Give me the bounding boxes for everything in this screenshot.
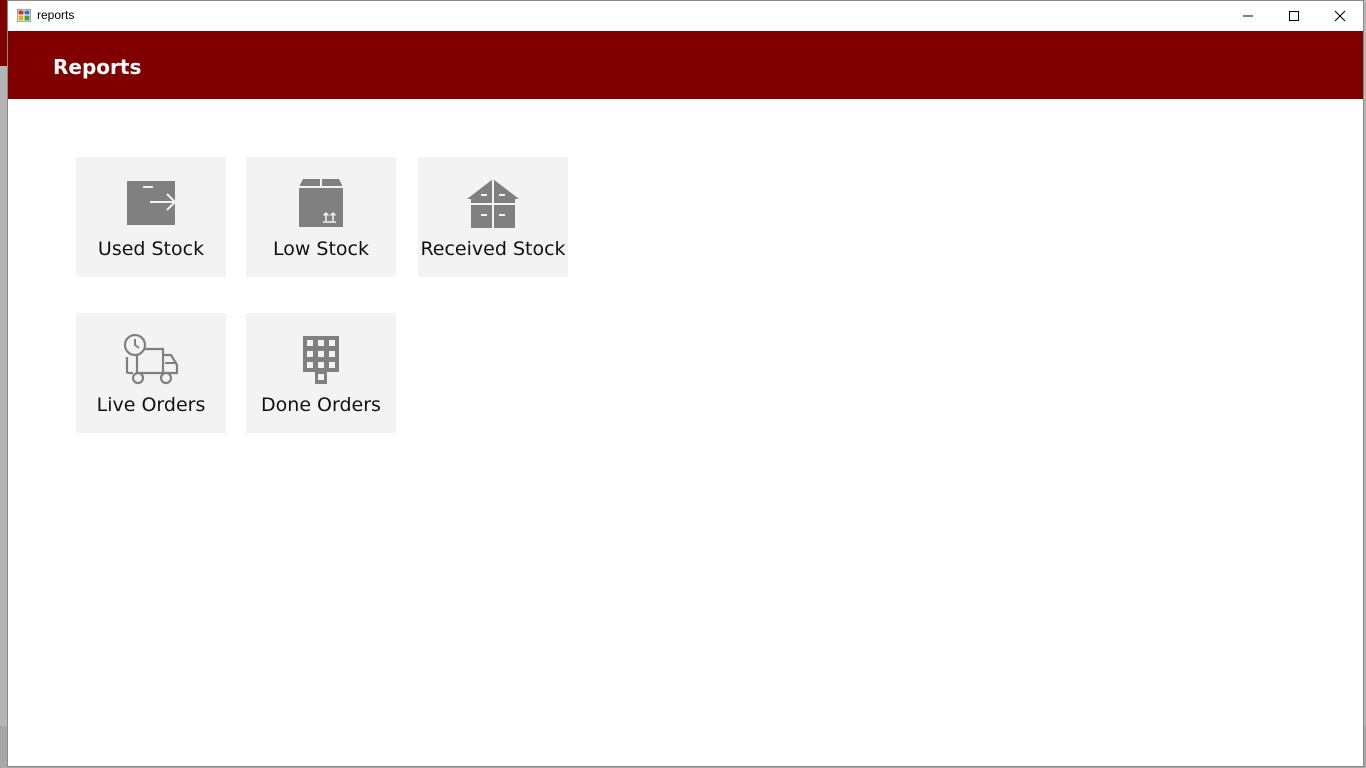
used-stock-label: Used Stock bbox=[97, 238, 205, 260]
close-icon bbox=[1334, 10, 1346, 22]
close-button[interactable] bbox=[1317, 1, 1363, 31]
received-stock-label: Received Stock bbox=[420, 238, 566, 260]
minimize-icon bbox=[1243, 15, 1253, 17]
maximize-button[interactable] bbox=[1271, 1, 1317, 31]
reports-window: reports Reports Used Stock Low Stock Rec… bbox=[7, 0, 1364, 767]
live-orders-label: Live Orders bbox=[96, 394, 206, 416]
building-grid-icon bbox=[303, 336, 339, 384]
used-stock-button[interactable]: Used Stock bbox=[76, 157, 226, 277]
box-up-icon bbox=[299, 179, 343, 227]
box-arrow-icon bbox=[127, 181, 177, 225]
low-stock-button[interactable]: Low Stock bbox=[246, 157, 396, 277]
open-box-icon bbox=[467, 179, 519, 228]
live-orders-button[interactable]: Live Orders bbox=[76, 313, 226, 433]
done-orders-label: Done Orders bbox=[261, 394, 381, 416]
maximize-icon bbox=[1289, 11, 1299, 21]
app-icon bbox=[17, 9, 31, 22]
delivery-truck-clock-icon bbox=[123, 333, 179, 385]
title-bar[interactable]: reports bbox=[8, 1, 1363, 31]
minimize-button[interactable] bbox=[1225, 1, 1271, 31]
window-title: reports bbox=[37, 8, 75, 22]
page-title: Reports bbox=[53, 55, 142, 79]
received-stock-button[interactable]: Received Stock bbox=[418, 157, 568, 277]
page-header: Reports bbox=[8, 31, 1363, 99]
done-orders-button[interactable]: Done Orders bbox=[246, 313, 396, 433]
low-stock-label: Low Stock bbox=[272, 238, 370, 260]
